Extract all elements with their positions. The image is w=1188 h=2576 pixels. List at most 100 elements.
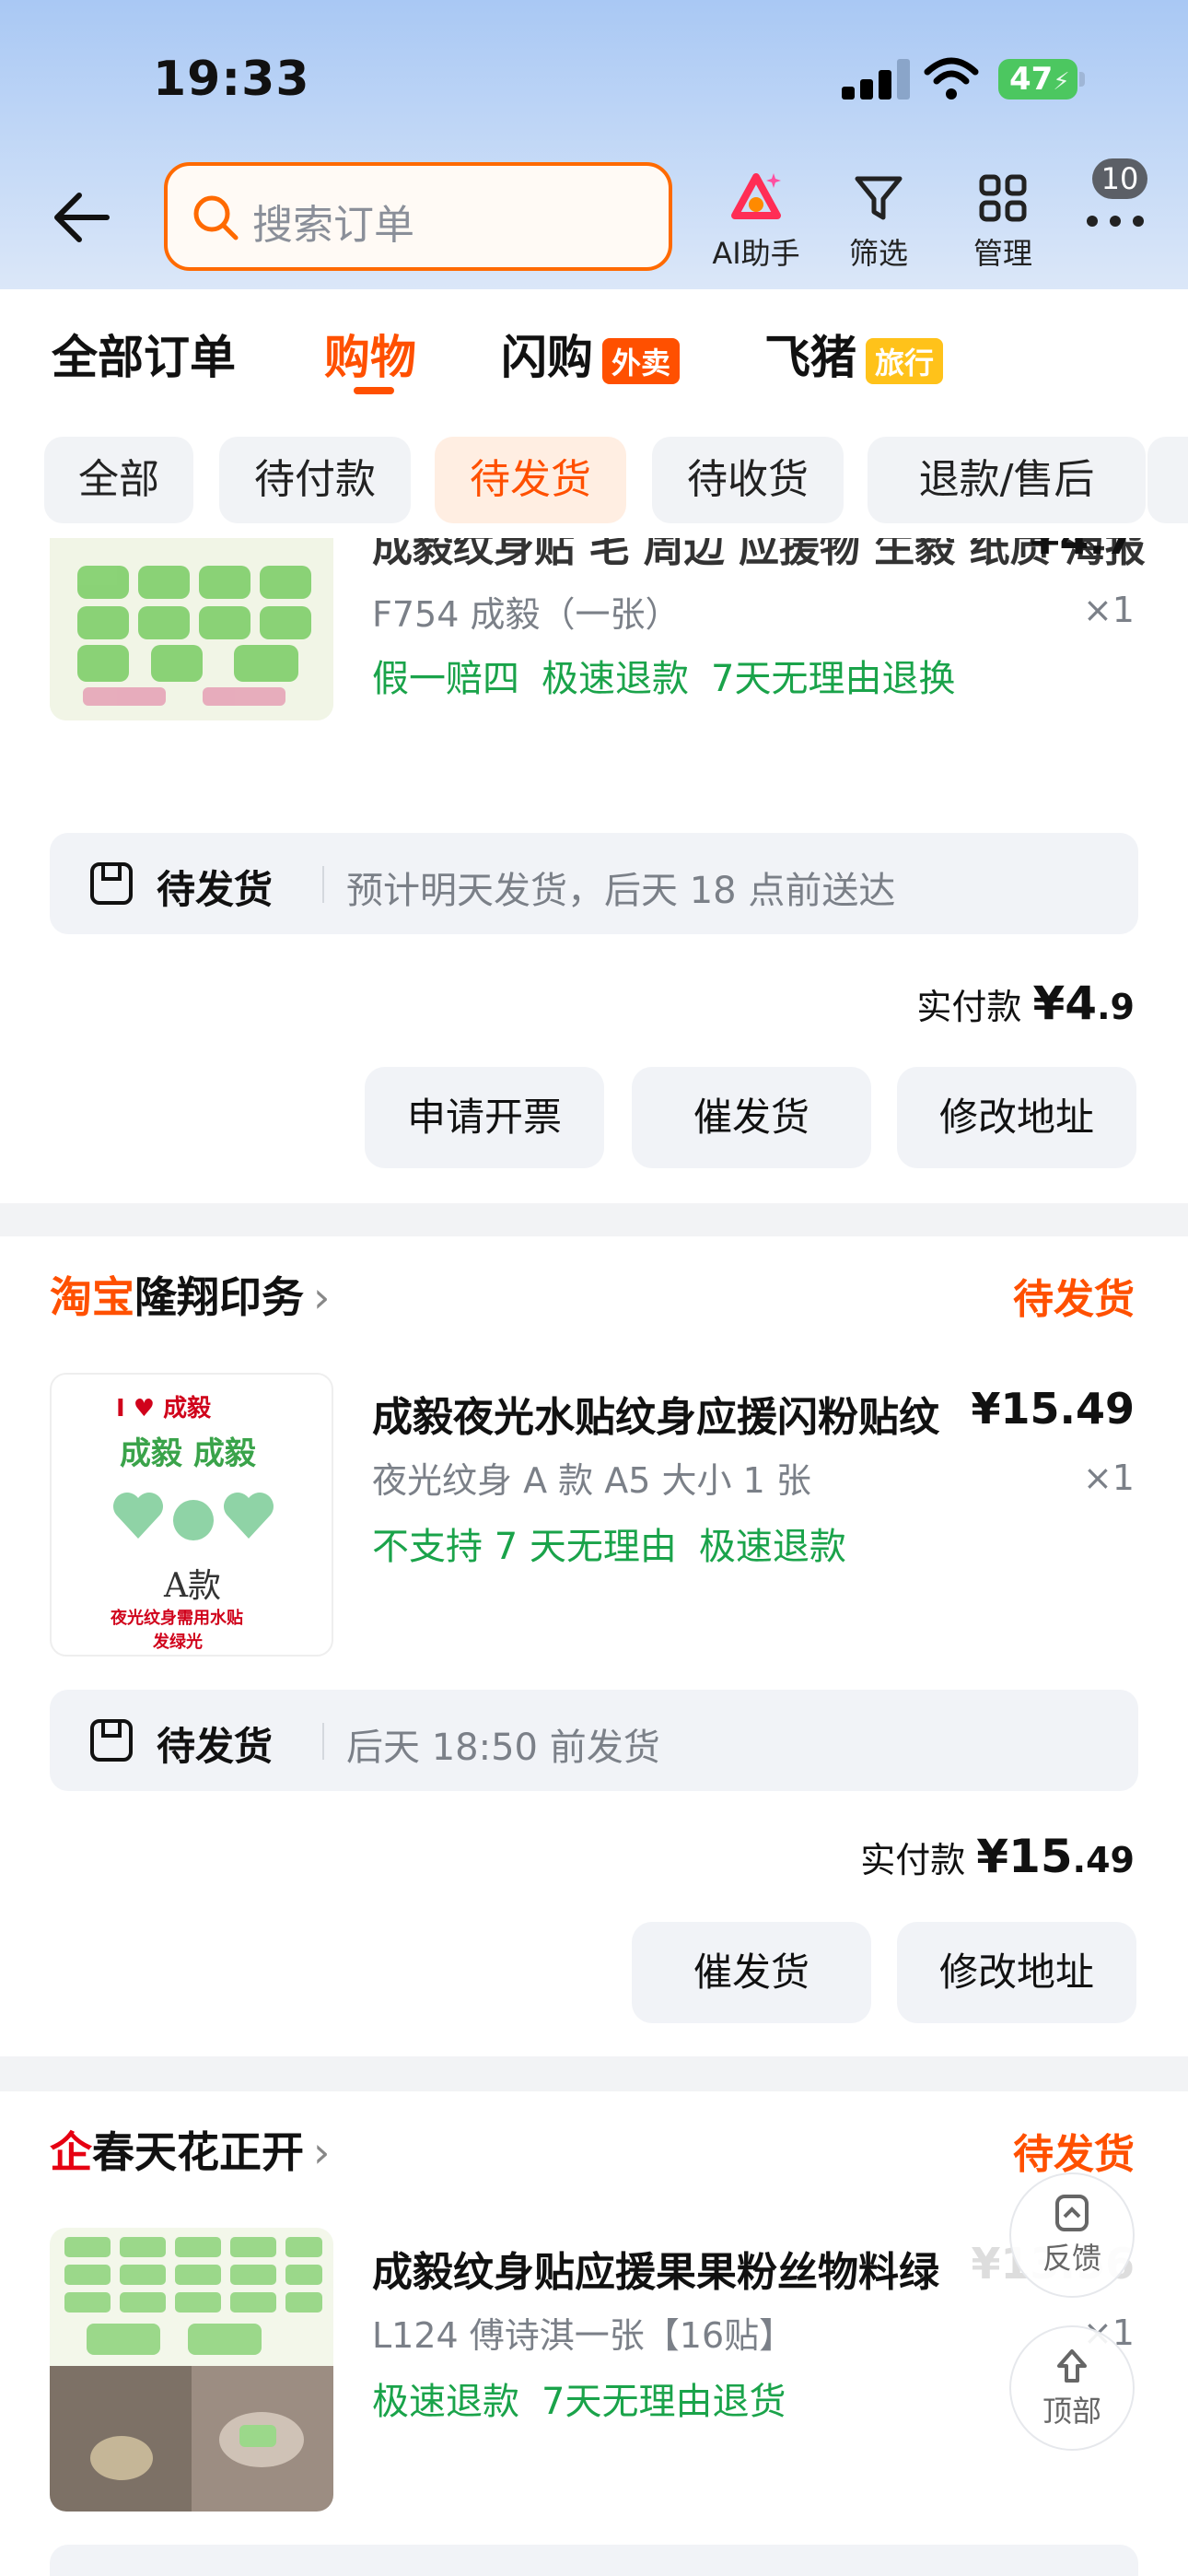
search-icon xyxy=(193,195,239,240)
service-tags: 假一赔四 极速退款 7天无理由退换 xyxy=(372,649,977,702)
order-card[interactable]: 企春天花正开› 待发货 成毅纹身贴应援果果粉丝物料绿 ¥13.56 L124 xyxy=(0,2091,1188,2576)
more-badge: 10 xyxy=(1092,158,1147,199)
feedback-button[interactable]: 反馈 xyxy=(1009,2172,1135,2298)
filter-chip-all[interactable]: 全部 xyxy=(44,437,193,523)
paid-decimal: .9 xyxy=(1097,987,1135,1027)
filter-chip-pending-receipt[interactable]: 待收货 xyxy=(652,437,844,523)
filter-chip-pending-payment[interactable]: 待付款 xyxy=(219,437,411,523)
product-thumbnail[interactable]: I ♥ 成毅 成毅 成毅 A款 夜光纹身需用水贴 发绿光 xyxy=(50,1373,333,1657)
service-tags: 不支持 7 天无理由 极速退款 xyxy=(372,1516,868,1570)
service-tag: 7天无理由退换 xyxy=(711,658,956,700)
service-tag: 极速退款 xyxy=(698,1526,846,1568)
product-price: ¥15.49 xyxy=(971,1384,1135,1434)
paid-label: 实付款 xyxy=(916,987,1022,1027)
product-title[interactable]: 成毅纹身贴应援果果粉丝物料绿 xyxy=(372,2239,939,2298)
battery-icon: 47⚡ xyxy=(998,59,1077,100)
shipping-status-bar[interactable]: 待发货 预计明天发货，后天 18 点前送达 xyxy=(50,833,1138,934)
filter-icon xyxy=(855,176,903,220)
back-to-top-label: 顶部 xyxy=(1042,2394,1101,2429)
service-tags: 极速退款 7天无理由退货 xyxy=(372,2371,808,2425)
product-thumbnail[interactable] xyxy=(50,538,333,720)
service-tag: 极速退款 xyxy=(372,2381,519,2423)
taobao-logo: 淘宝 xyxy=(50,1272,134,1322)
order-card[interactable]: 成毅纹身贴 毛 周边 应援物 生毅 纸质 海报 ¥4.7 F754 成毅（一张）… xyxy=(0,538,1188,1203)
thumb-top-text: I ♥ 成毅 xyxy=(116,1395,212,1423)
thumb-footer-text: 夜光纹身需用水贴 xyxy=(111,1609,243,1628)
filter-chip-refund[interactable]: 退款/售后 xyxy=(868,437,1146,523)
urge-shipment-button[interactable]: 催发货 xyxy=(632,1922,871,2023)
grid-icon xyxy=(979,174,1027,222)
paid-amount: 实付款 ¥4.9 xyxy=(916,977,1135,1030)
product-thumbnail[interactable] xyxy=(50,2228,333,2512)
status-filter-bar: 全部 待付款 待发货 待收货 退款/售后 xyxy=(0,409,1188,538)
divider xyxy=(322,1723,324,1760)
service-tag: 极速退款 xyxy=(542,658,689,700)
wifi-icon xyxy=(924,57,979,100)
invoice-button[interactable]: 申请开票 xyxy=(365,1067,604,1168)
takeout-tag: 外卖 xyxy=(602,337,681,384)
modify-address-button[interactable]: 修改地址 xyxy=(897,1067,1136,1168)
feedback-icon xyxy=(1055,2195,1089,2231)
urge-shipment-button[interactable]: 催发货 xyxy=(632,1067,871,1168)
chevron-right-icon: › xyxy=(313,2127,331,2177)
product-title[interactable]: 成毅夜光水贴纹身应援闪粉贴纹 xyxy=(372,1384,939,1443)
package-icon xyxy=(90,1719,133,1762)
shop-header[interactable]: 淘宝隆翔印务 › xyxy=(50,1264,330,1325)
travel-tag: 旅行 xyxy=(866,337,944,384)
ai-assistant-icon xyxy=(731,173,781,219)
order-card[interactable]: 淘宝隆翔印务 › 待发货 I ♥ 成毅 成毅 成毅 A款 夜光纹身需用水贴 发绿光… xyxy=(0,1236,1188,2056)
thumb-big-text: 成毅 成毅 xyxy=(120,1435,256,1472)
shop-header[interactable]: 企春天花正开 › xyxy=(50,2119,330,2180)
shipping-status: 待发货 xyxy=(157,1724,274,1769)
feedback-label: 反馈 xyxy=(1042,2241,1101,2276)
filter-button[interactable]: 筛选 xyxy=(819,171,938,273)
paid-int: ¥15 xyxy=(976,1830,1073,1883)
ai-assistant-button[interactable]: AI助手 xyxy=(696,171,816,273)
ai-assistant-label: AI助手 xyxy=(712,236,800,271)
divider xyxy=(322,866,324,903)
more-button[interactable] xyxy=(1083,199,1147,236)
tab-all-orders[interactable]: 全部订单 xyxy=(52,321,236,387)
heart-stickers xyxy=(113,1493,274,1540)
product-qty: ×1 xyxy=(1082,590,1135,630)
service-tag: 7天无理由退货 xyxy=(542,2381,786,2423)
more-dots-icon xyxy=(1087,216,1144,227)
tab-flash-buy[interactable]: 闪购 外卖 xyxy=(501,321,681,387)
product-spec: L124 傅诗淇一张【16贴】 xyxy=(372,2315,795,2356)
enterprise-logo: 企 xyxy=(50,2127,92,2177)
tab-shopping[interactable]: 购物 xyxy=(324,321,416,387)
battery-tip xyxy=(1079,72,1085,87)
paid-label: 实付款 xyxy=(860,1840,966,1880)
search-input[interactable]: 搜索订单 xyxy=(164,162,672,271)
filter-chip-pending-shipment[interactable]: 待发货 xyxy=(435,437,626,523)
thumb-footer2-text: 发绿光 xyxy=(153,1633,203,1652)
filter-chip-overflow[interactable] xyxy=(1147,437,1188,523)
back-to-top-button[interactable]: 顶部 xyxy=(1009,2325,1135,2451)
shop-name: 隆翔印务 xyxy=(134,1272,304,1322)
search-placeholder: 搜索订单 xyxy=(252,202,414,249)
service-tag: 假一赔四 xyxy=(372,658,519,700)
order-list: 成毅纹身贴 毛 周边 应援物 生毅 纸质 海报 ¥4.7 F754 成毅（一张）… xyxy=(0,538,1188,2576)
tab-fliggy[interactable]: 飞猪 旅行 xyxy=(764,321,944,387)
filter-label: 筛选 xyxy=(848,236,908,271)
back-arrow-icon[interactable] xyxy=(52,190,111,245)
header-area: 19:33 47⚡ 搜索订单 AI助手 筛选 管理 10 xyxy=(0,0,1188,289)
paid-decimal: .49 xyxy=(1072,1840,1135,1880)
modify-address-button[interactable]: 修改地址 xyxy=(897,1922,1136,2023)
tab-fliggy-label: 飞猪 xyxy=(764,331,856,384)
paid-amount: 实付款 ¥15.49 xyxy=(860,1830,1135,1883)
shipping-status-bar[interactable]: 待发货 后天 18:50 前发货 xyxy=(50,1690,1138,1791)
manage-button[interactable]: 管理 xyxy=(943,171,1063,273)
product-spec: 夜光纹身 A 款 A5 大小 1 张 xyxy=(372,1460,811,1501)
product-price: ¥4.7 xyxy=(1030,538,1136,564)
shipping-estimate: 预计明天发货，后天 18 点前送达 xyxy=(346,870,896,912)
tab-flash-buy-label: 闪购 xyxy=(501,331,593,384)
shop-name: 春天花正开 xyxy=(92,2127,304,2177)
product-qty: ×1 xyxy=(1082,1458,1135,1498)
product-image xyxy=(50,538,333,720)
shipping-status-bar[interactable] xyxy=(50,2545,1138,2576)
shipping-estimate: 后天 18:50 前发货 xyxy=(346,1727,660,1769)
product-image xyxy=(50,2228,333,2512)
paid-int: ¥4 xyxy=(1032,977,1098,1030)
order-status: 待发货 xyxy=(1013,1276,1135,1323)
